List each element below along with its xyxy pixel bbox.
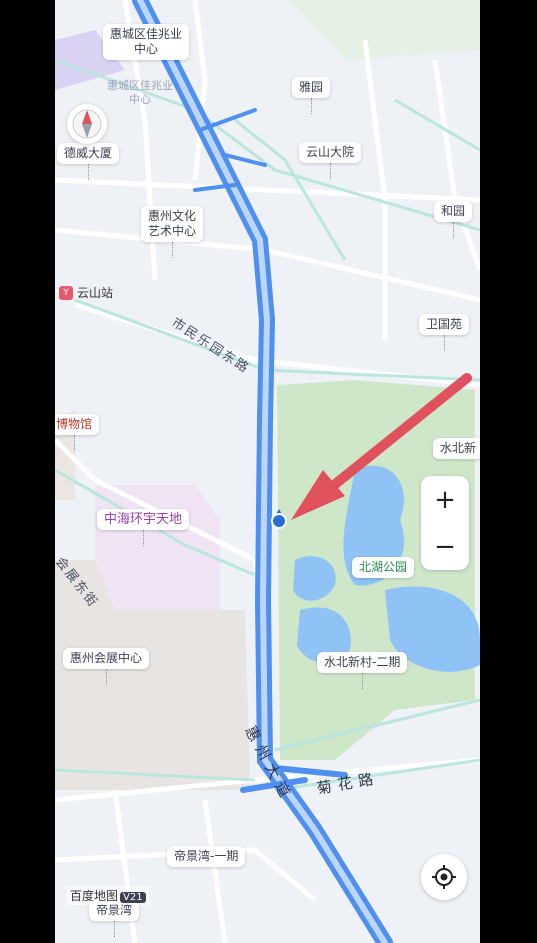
- ghost-label: 惠城区佳兆业 中心: [107, 79, 173, 106]
- poi-shuibei-village[interactable]: 水北新村-二期: [317, 652, 408, 689]
- zoom-out-button[interactable]: −: [421, 523, 469, 570]
- poi-huicheng-jiazhaoye[interactable]: 惠城区佳兆业 中心: [103, 24, 190, 60]
- poi-dijingwan-1[interactable]: 帝景湾-一期: [167, 846, 246, 867]
- metro-icon: Y: [59, 285, 73, 300]
- map-brand: 百度地图 V21: [67, 886, 149, 905]
- compass-button[interactable]: [67, 104, 107, 144]
- poi-yunshan-dayuan[interactable]: 云山大院: [299, 142, 362, 179]
- metro-station-yunshan[interactable]: Y 云山站: [59, 284, 113, 301]
- poi-beihu-park[interactable]: 北湖公园: [352, 557, 415, 578]
- locate-icon: [432, 865, 456, 889]
- poi-weiwei[interactable]: 卫国苑: [419, 314, 470, 351]
- zoom-in-button[interactable]: +: [421, 476, 469, 523]
- poi-yayuan[interactable]: 雅园: [292, 77, 331, 114]
- locate-button[interactable]: [421, 854, 467, 900]
- poi-zhonghai[interactable]: 中海环宇天地: [97, 509, 190, 546]
- zoom-control: + −: [421, 476, 469, 570]
- map-view[interactable]: 惠城区佳兆业 中心 惠城区佳兆业 中心 德威大厦 雅园 云山大院 和园 惠州文化 艺术…: [55, 0, 480, 943]
- map-base-layer: [55, 0, 480, 943]
- poi-huizhou-expo[interactable]: 惠州会展中心: [63, 648, 150, 685]
- compass-icon: [72, 109, 102, 139]
- poi-museum[interactable]: 博物馆: [55, 414, 100, 451]
- poi-shuibei-right[interactable]: 水北新: [433, 438, 480, 459]
- poi-huizhou-culture[interactable]: 惠州文化 艺术中心: [141, 206, 204, 258]
- poi-heyuan[interactable]: 和园: [434, 201, 473, 238]
- poi-dewei[interactable]: 德威大厦: [57, 143, 120, 180]
